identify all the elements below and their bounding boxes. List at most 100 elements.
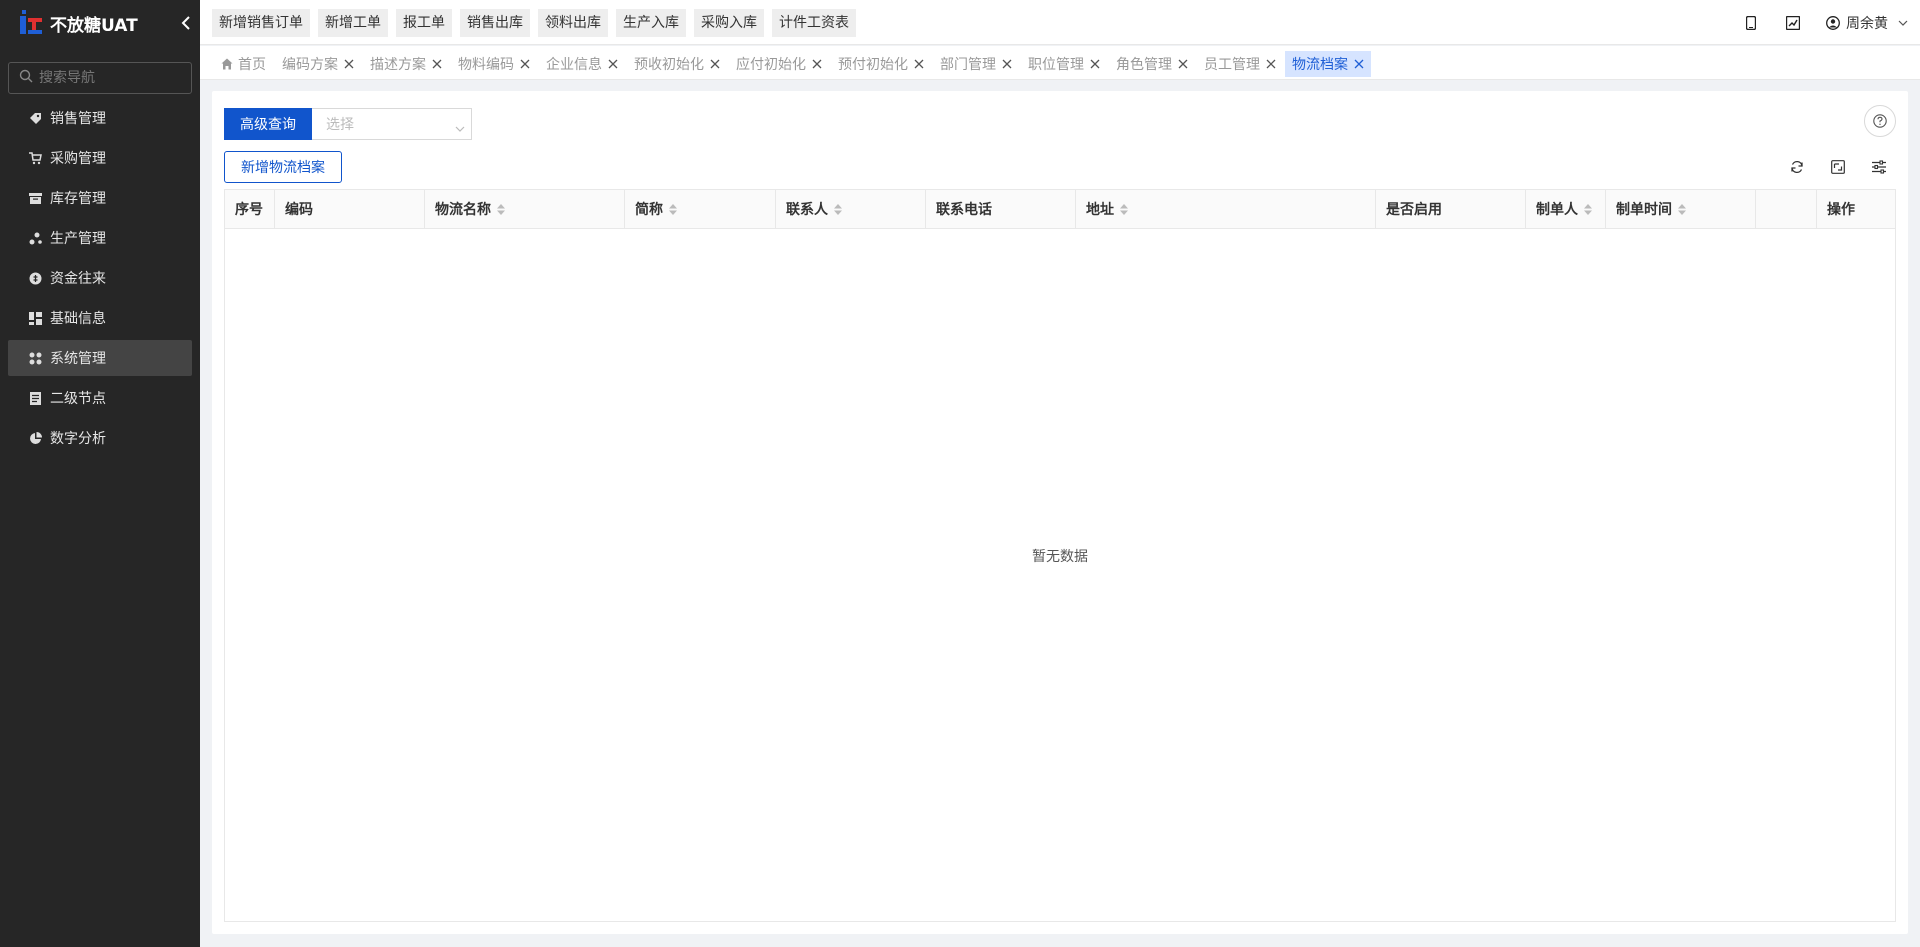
close-icon[interactable] <box>914 59 924 69</box>
blocks-icon <box>28 311 42 325</box>
sidebar-item-label: 基础信息 <box>50 311 106 327</box>
empty-text: 暂无数据 <box>1032 548 1088 565</box>
close-icon[interactable] <box>1002 59 1012 69</box>
coin-icon <box>28 271 42 285</box>
sidebar-item-label: 二级节点 <box>50 391 106 407</box>
logistics-table: 序号 编码 物流名称 简称 联系人 联系电话 地址 是否启用 制单人 制单时间 … <box>224 189 1896 922</box>
sidebar-item-label: 库存管理 <box>50 191 106 207</box>
tab-logistics-archive[interactable]: 物流档案 <box>1285 51 1371 77</box>
close-icon[interactable] <box>344 59 354 69</box>
user-name: 周余黄 <box>1846 15 1888 32</box>
quick-purchase-inbound-button[interactable]: 采购入库 <box>694 9 764 37</box>
empty-state: 暂无数据 <box>225 190 1895 921</box>
home-icon <box>221 58 233 70</box>
advanced-query: 高级查询 选择 <box>224 108 472 140</box>
dashboard-icon[interactable] <box>1784 14 1802 32</box>
refresh-icon[interactable] <box>1785 155 1809 179</box>
box-icon <box>28 191 42 205</box>
close-icon[interactable] <box>812 59 822 69</box>
tab-label: 编码方案 <box>282 57 338 73</box>
sidebar-item-inventory[interactable]: 库存管理 <box>8 180 192 216</box>
sidebar-item-system[interactable]: 系统管理 <box>8 340 192 376</box>
collapse-sidebar-icon[interactable] <box>178 14 194 32</box>
main-card: 高级查询 选择 新增物流档案 序号 编码 物流名称 简称 联系人 联系电话 地址… <box>212 91 1908 934</box>
sidebar-item-purchase[interactable]: 采购管理 <box>8 140 192 176</box>
tab-label: 预收初始化 <box>634 57 704 73</box>
sidebar-item-basic-info[interactable]: 基础信息 <box>8 300 192 336</box>
top-right-tools: 周余黄 <box>1742 0 1908 45</box>
query-select-placeholder: 选择 <box>326 117 354 133</box>
tab-employee[interactable]: 员工管理 <box>1197 51 1283 77</box>
tab-label: 预付初始化 <box>838 57 908 73</box>
sidebar-item-label: 数字分析 <box>50 431 106 447</box>
tab-label: 职位管理 <box>1028 57 1084 73</box>
sidebar-item-production[interactable]: 生产管理 <box>8 220 192 256</box>
sidebar-item-label: 资金往来 <box>50 271 106 287</box>
quick-work-report-button[interactable]: 报工单 <box>396 9 452 37</box>
close-icon[interactable] <box>432 59 442 69</box>
sidebar-item-label: 采购管理 <box>50 151 106 167</box>
tab-bar: 首页 编码方案 描述方案 物料编码 企业信息 预收初始化 应付初始化 预付初始化 <box>200 46 1920 80</box>
quick-sales-outbound-button[interactable]: 销售出库 <box>460 9 530 37</box>
nodes-icon <box>28 231 42 245</box>
advanced-query-button[interactable]: 高级查询 <box>224 108 312 140</box>
tab-payable-init[interactable]: 应付初始化 <box>729 51 829 77</box>
quick-new-sales-order-button[interactable]: 新增销售订单 <box>212 9 310 37</box>
sidebar-item-sales[interactable]: 销售管理 <box>8 100 192 136</box>
chevron-down-icon <box>1898 20 1908 26</box>
sidebar-item-label: 销售管理 <box>50 111 106 127</box>
tab-company-info[interactable]: 企业信息 <box>539 51 625 77</box>
tab-label: 物料编码 <box>458 57 514 73</box>
tabs: 首页 编码方案 描述方案 物料编码 企业信息 预收初始化 应付初始化 预付初始化 <box>214 51 1373 77</box>
tab-label: 角色管理 <box>1116 57 1172 73</box>
brand-title: 不放糖UAT <box>50 15 138 36</box>
sidebar-item-secondary-node[interactable]: 二级节点 <box>8 380 192 416</box>
close-icon[interactable] <box>1266 59 1276 69</box>
close-icon[interactable] <box>1354 59 1364 69</box>
tab-label: 描述方案 <box>370 57 426 73</box>
sidebar-item-funds[interactable]: 资金往来 <box>8 260 192 296</box>
chevron-down-icon <box>455 120 465 136</box>
user-menu[interactable]: 周余黄 <box>1826 13 1908 33</box>
tab-label: 物流档案 <box>1292 57 1348 73</box>
tab-department[interactable]: 部门管理 <box>933 51 1019 77</box>
quick-material-issue-button[interactable]: 领料出库 <box>538 9 608 37</box>
sidebar-item-analytics[interactable]: 数字分析 <box>8 420 192 456</box>
tab-role[interactable]: 角色管理 <box>1109 51 1195 77</box>
add-logistics-archive-button[interactable]: 新增物流档案 <box>224 151 342 183</box>
close-icon[interactable] <box>1090 59 1100 69</box>
cart-icon <box>28 151 42 165</box>
quick-actions: 新增销售订单 新增工单 报工单 销售出库 领料出库 生产入库 采购入库 计件工资… <box>212 9 864 37</box>
tab-material-code[interactable]: 物料编码 <box>451 51 537 77</box>
grid-icon <box>28 351 42 365</box>
column-height-icon[interactable] <box>1826 155 1850 179</box>
tab-label: 首页 <box>238 57 266 73</box>
tab-prepayment-init[interactable]: 预付初始化 <box>831 51 931 77</box>
quick-production-inbound-button[interactable]: 生产入库 <box>616 9 686 37</box>
quick-new-work-order-button[interactable]: 新增工单 <box>318 9 388 37</box>
sidebar-item-label: 生产管理 <box>50 231 106 247</box>
doc-icon <box>28 391 42 405</box>
user-avatar-icon <box>1826 15 1840 30</box>
table-tools <box>1785 155 1908 179</box>
quick-piece-wage-button[interactable]: 计件工资表 <box>772 9 856 37</box>
mobile-icon[interactable] <box>1742 14 1760 32</box>
tab-position[interactable]: 职位管理 <box>1021 51 1107 77</box>
tab-description-scheme[interactable]: 描述方案 <box>363 51 449 77</box>
sidebar: 不放糖UAT 销售管理 采购管理 库存管理 生产管理 资金往来 <box>0 0 200 947</box>
close-icon[interactable] <box>608 59 618 69</box>
tag-icon <box>28 111 42 125</box>
tab-coding-scheme[interactable]: 编码方案 <box>275 51 361 77</box>
tab-label: 应付初始化 <box>736 57 806 73</box>
help-icon[interactable] <box>1864 105 1896 137</box>
settings-sliders-icon[interactable] <box>1867 155 1891 179</box>
search-nav-input[interactable] <box>39 70 189 86</box>
close-icon[interactable] <box>520 59 530 69</box>
close-icon[interactable] <box>1178 59 1188 69</box>
tab-advance-receipt-init[interactable]: 预收初始化 <box>627 51 727 77</box>
tab-home[interactable]: 首页 <box>214 51 273 77</box>
query-select[interactable]: 选择 <box>312 108 472 140</box>
close-icon[interactable] <box>710 59 720 69</box>
search-icon <box>19 69 33 87</box>
search-nav[interactable] <box>8 62 192 94</box>
